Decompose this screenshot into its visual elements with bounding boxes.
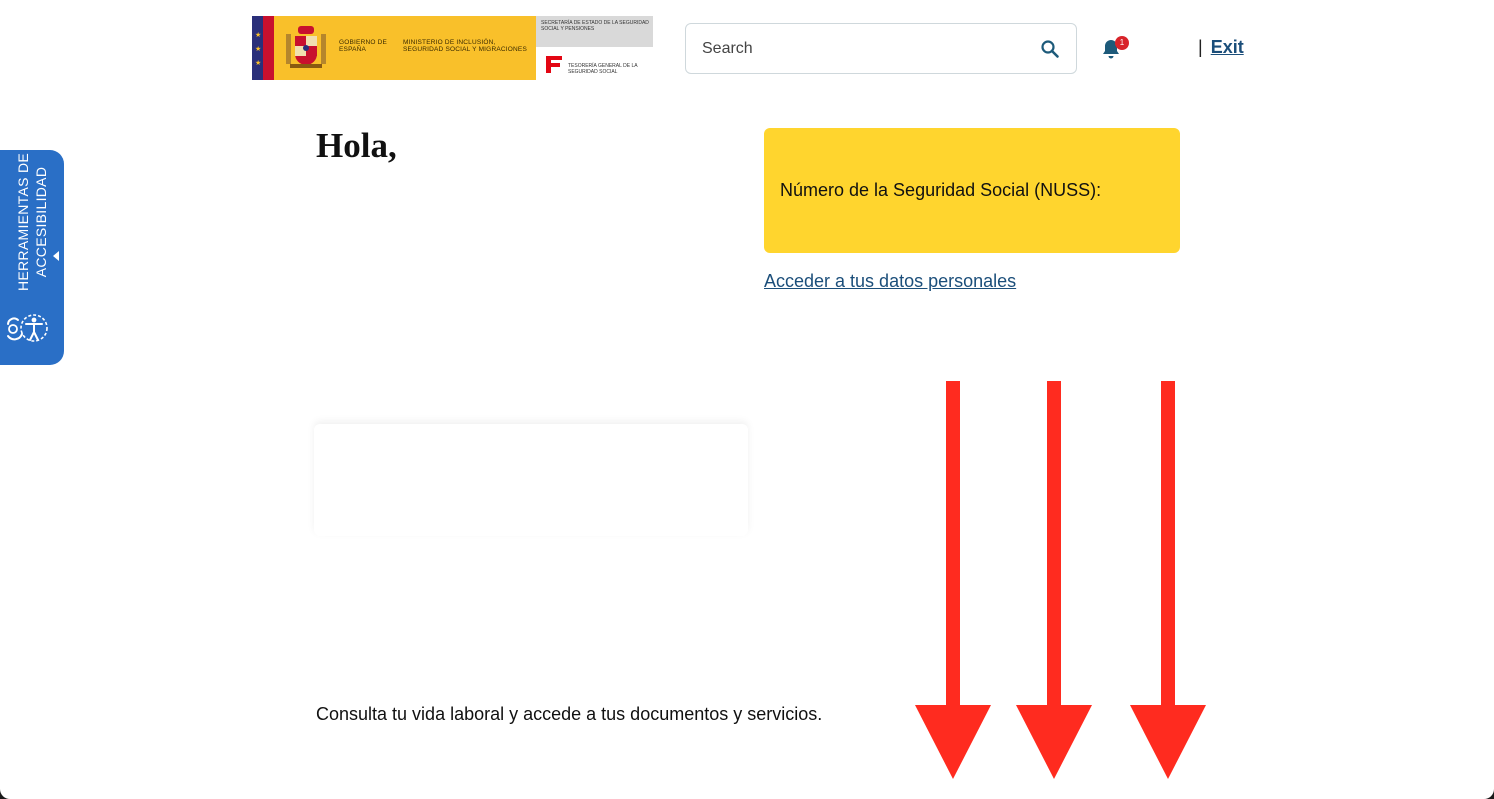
ministry-text: MINISTERIO DE INCLUSIÓN, SEGURIDAD SOCIA… — [403, 39, 527, 53]
caret-left-icon — [53, 251, 59, 261]
info-card — [314, 424, 748, 536]
nuss-card: Número de la Seguridad Social (NUSS): — [764, 128, 1180, 253]
nuss-label: Número de la Seguridad Social (NUSS): — [780, 180, 1102, 200]
personal-data-link[interactable]: Acceder a tus datos personales — [764, 271, 1016, 292]
exit-link[interactable]: Exit — [1211, 37, 1244, 58]
down-arrow-icon — [1016, 381, 1092, 779]
header-separator: | — [1198, 37, 1203, 57]
coat-of-arms-icon — [284, 24, 328, 72]
accessibility-icon — [7, 314, 48, 342]
tgss-text: TESORERÍA GENERAL DE LA SEGURIDAD SOCIAL — [568, 63, 638, 75]
search-icon[interactable] — [1040, 39, 1060, 59]
consult-text: Consulta tu vida laboral y accede a tus … — [316, 704, 823, 724]
accessibility-tab-label: HERRAMIENTAS DE ACCESIBILIDAD — [14, 153, 50, 291]
gobierno-text: GOBIERNO DE ESPAÑA — [339, 39, 388, 53]
search-input[interactable] — [702, 39, 1040, 58]
down-arrow-icon — [915, 381, 991, 779]
accessibility-label-line2: ACCESIBILIDAD — [33, 166, 49, 278]
page: ★ ★ ★ GOBIERNO DE ESPAÑA MINISTERIO DE I… — [0, 0, 1494, 799]
accessibility-label-line1: HERRAMIENTAS DE — [15, 152, 31, 292]
tgss-mark-icon — [546, 56, 562, 73]
tgss-logo: SECRETARÍA DE ESTADO DE LA SEGURIDAD SOC… — [536, 16, 653, 80]
accessibility-tools-tab[interactable]: HERRAMIENTAS DE ACCESIBILIDAD — [0, 150, 64, 365]
gobierno-espana-logo: ★ ★ ★ GOBIERNO DE ESPAÑA MINISTERIO DE I… — [252, 16, 536, 80]
secretariat-text: SECRETARÍA DE ESTADO DE LA SEGURIDAD SOC… — [541, 20, 649, 32]
notification-count-badge: 1 — [1115, 36, 1129, 50]
greeting-heading: Hola, — [316, 126, 397, 165]
down-arrow-icon — [1130, 381, 1206, 779]
search-box[interactable] — [685, 23, 1077, 74]
government-logo-banner[interactable]: ★ ★ ★ GOBIERNO DE ESPAÑA MINISTERIO DE I… — [252, 16, 653, 80]
exit-area: | Exit — [1198, 37, 1244, 58]
eu-flag-strip: ★ ★ ★ — [252, 16, 274, 80]
